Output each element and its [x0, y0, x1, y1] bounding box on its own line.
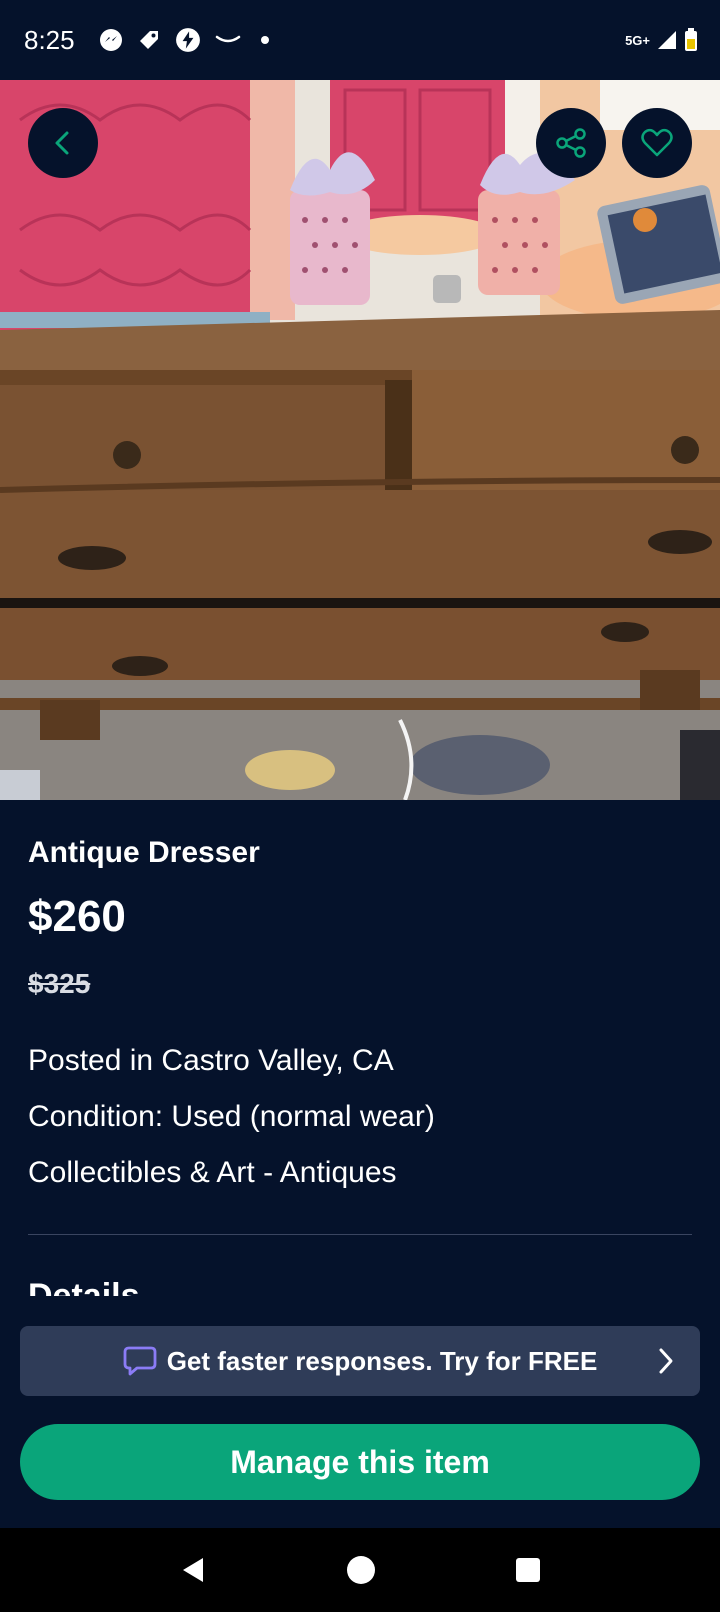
promo-banner[interactable]: Get faster responses. Try for FREE — [20, 1326, 700, 1396]
chevron-right-icon — [659, 1348, 673, 1374]
messenger-icon — [99, 29, 122, 51]
notification-dot — [260, 36, 269, 44]
promo-text: Get faster responses. Try for FREE — [166, 1345, 598, 1376]
status-bar: 8:25 5G+ — [0, 0, 720, 80]
status-time: 8:25 — [24, 24, 75, 55]
listing-condition: Condition: Used (normal wear) — [28, 1100, 435, 1133]
share-icon — [556, 128, 586, 158]
heart-icon — [641, 128, 673, 157]
original-price: $325 — [28, 968, 91, 999]
listing-location: Posted in Castro Valley, CA — [28, 1044, 394, 1077]
dresser-photo-illustration — [0, 80, 720, 800]
tag-icon — [139, 31, 158, 49]
chevron-left-icon — [55, 131, 69, 155]
listing-category[interactable]: Collectibles & Art - Antiques — [28, 1156, 397, 1190]
manage-item-button[interactable]: Manage this item — [20, 1424, 700, 1500]
home-circle-icon[interactable] — [346, 1555, 376, 1585]
listing-photo[interactable] — [0, 80, 720, 800]
status-system-icons: 5G+ — [625, 28, 698, 52]
share-button[interactable] — [536, 108, 606, 178]
back-button[interactable] — [28, 108, 98, 178]
chat-bubble-icon — [123, 1346, 157, 1376]
recents-square-icon[interactable] — [515, 1557, 541, 1583]
divider — [28, 1234, 692, 1235]
listing-price: $260 — [28, 892, 126, 941]
details-heading: Details — [28, 1277, 140, 1296]
status-notification-icons — [99, 27, 269, 53]
network-label: 5G+ — [625, 32, 650, 48]
system-nav-bar — [0, 1528, 720, 1612]
back-triangle-icon[interactable] — [179, 1555, 207, 1585]
amazon-smile-icon — [215, 35, 240, 43]
bolt-icon — [175, 28, 200, 52]
listing-title: Antique Dresser — [28, 836, 260, 869]
favorite-button[interactable] — [622, 108, 692, 178]
battery-icon — [685, 28, 697, 51]
signal-icon — [658, 31, 676, 49]
